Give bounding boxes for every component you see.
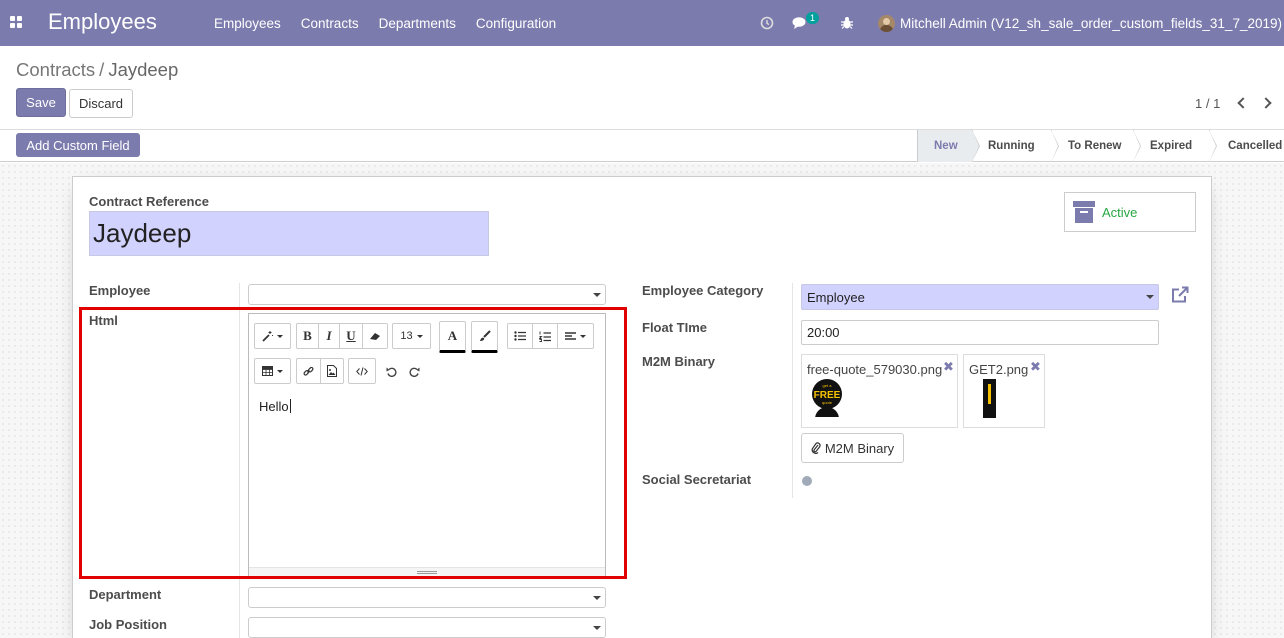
contract-reference-label: Contract Reference <box>89 194 209 209</box>
stage-label: To Renew <box>1068 140 1122 152</box>
breadcrumb-separator: / <box>99 59 105 80</box>
employee-category-label: Employee Category <box>642 283 764 298</box>
svg-text:get a: get a <box>823 383 833 388</box>
employee-label: Employee <box>89 283 151 298</box>
user-name: Mitchell Admin (V12_sh_sale_order_custom… <box>900 15 1282 31</box>
apps-icon[interactable] <box>10 16 22 28</box>
archive-icon <box>1073 201 1095 223</box>
breadcrumb: Contracts / Jaydeep <box>16 59 178 81</box>
paperclip-icon <box>811 442 821 454</box>
remove-attachment-icon[interactable]: ✖ <box>1030 359 1041 375</box>
app-title[interactable]: Employees <box>48 9 157 35</box>
float-time-input[interactable]: 20:00 <box>801 320 1159 345</box>
employee-select[interactable] <box>248 284 606 305</box>
attachment-name: GET2.png <box>969 362 1029 377</box>
social-secretariat-indicator[interactable] <box>802 476 812 486</box>
pager-previous-icon[interactable] <box>1234 95 1249 111</box>
active-label: Active <box>1102 205 1138 220</box>
attachment-thumbnail: FREE get a quote <box>811 377 843 417</box>
contract-reference-input[interactable]: Jaydeep <box>89 211 489 256</box>
stage-to-renew[interactable]: To Renew <box>1051 130 1141 162</box>
svg-text:quote: quote <box>822 400 833 405</box>
control-panel <box>0 46 1284 130</box>
attachment-thumbnail <box>983 379 996 418</box>
attachment-card[interactable]: GET2.png ✖ <box>963 354 1045 428</box>
menu-departments[interactable]: Departments <box>369 16 466 31</box>
breadcrumb-current: Jaydeep <box>108 59 179 80</box>
top-menu: Employees Contracts Departments Configur… <box>204 0 566 46</box>
m2m-binary-label: M2M Binary <box>642 354 715 369</box>
attachment-name: free-quote_579030.png <box>807 362 943 377</box>
menu-configuration[interactable]: Configuration <box>466 16 566 31</box>
stage-label: Cancelled <box>1228 140 1283 152</box>
pager-value[interactable]: 1 / 1 <box>1195 96 1220 111</box>
statusbar: New Running To Renew Expired Cancelled <box>917 130 1284 162</box>
stage-new[interactable]: New <box>917 130 980 162</box>
chat-icon[interactable] <box>790 0 810 46</box>
attachment-card[interactable]: free-quote_579030.png ✖ FREE get a quote <box>801 354 958 428</box>
employee-category-select[interactable]: Employee <box>801 284 1159 310</box>
add-custom-field-button[interactable]: Add Custom Field <box>16 133 140 157</box>
stage-label: New <box>934 140 958 152</box>
stage-cancelled[interactable]: Cancelled <box>1209 130 1284 162</box>
discard-button[interactable]: Discard <box>69 89 133 118</box>
job-position-select[interactable] <box>248 617 606 638</box>
employee-category-value: Employee <box>807 290 865 305</box>
remove-attachment-icon[interactable]: ✖ <box>943 359 954 375</box>
breadcrumb-parent[interactable]: Contracts <box>16 59 95 80</box>
messages-badge: 1 <box>806 12 820 24</box>
stage-expired[interactable]: Expired <box>1133 130 1217 162</box>
main-navbar: Employees Employees Contracts Department… <box>0 0 1284 46</box>
stage-label: Running <box>988 140 1035 152</box>
menu-contracts[interactable]: Contracts <box>291 16 369 31</box>
avatar <box>878 14 895 32</box>
pager-next-icon[interactable] <box>1260 95 1275 111</box>
job-position-label: Job Position <box>89 617 167 632</box>
float-time-label: Float TIme <box>642 320 708 335</box>
department-select[interactable] <box>248 587 606 608</box>
m2m-binary-upload-button[interactable]: M2M Binary <box>801 433 904 463</box>
social-secretariat-label: Social Secretariat <box>642 472 752 487</box>
m2m-binary-button-label: M2M Binary <box>824 440 895 456</box>
menu-employees[interactable]: Employees <box>204 16 291 31</box>
clock-icon[interactable] <box>758 0 776 46</box>
active-toggle-button[interactable]: Active <box>1064 192 1196 232</box>
external-link-icon[interactable] <box>1170 285 1190 305</box>
save-button[interactable]: Save <box>16 88 66 117</box>
column-divider <box>792 283 793 498</box>
stage-running[interactable]: Running <box>972 130 1059 162</box>
department-label: Department <box>89 587 162 602</box>
highlight-box <box>79 307 627 579</box>
stage-label: Expired <box>1150 140 1193 152</box>
user-menu[interactable]: Mitchell Admin (V12_sh_sale_order_custom… <box>878 0 1282 46</box>
bug-icon[interactable] <box>838 0 856 46</box>
